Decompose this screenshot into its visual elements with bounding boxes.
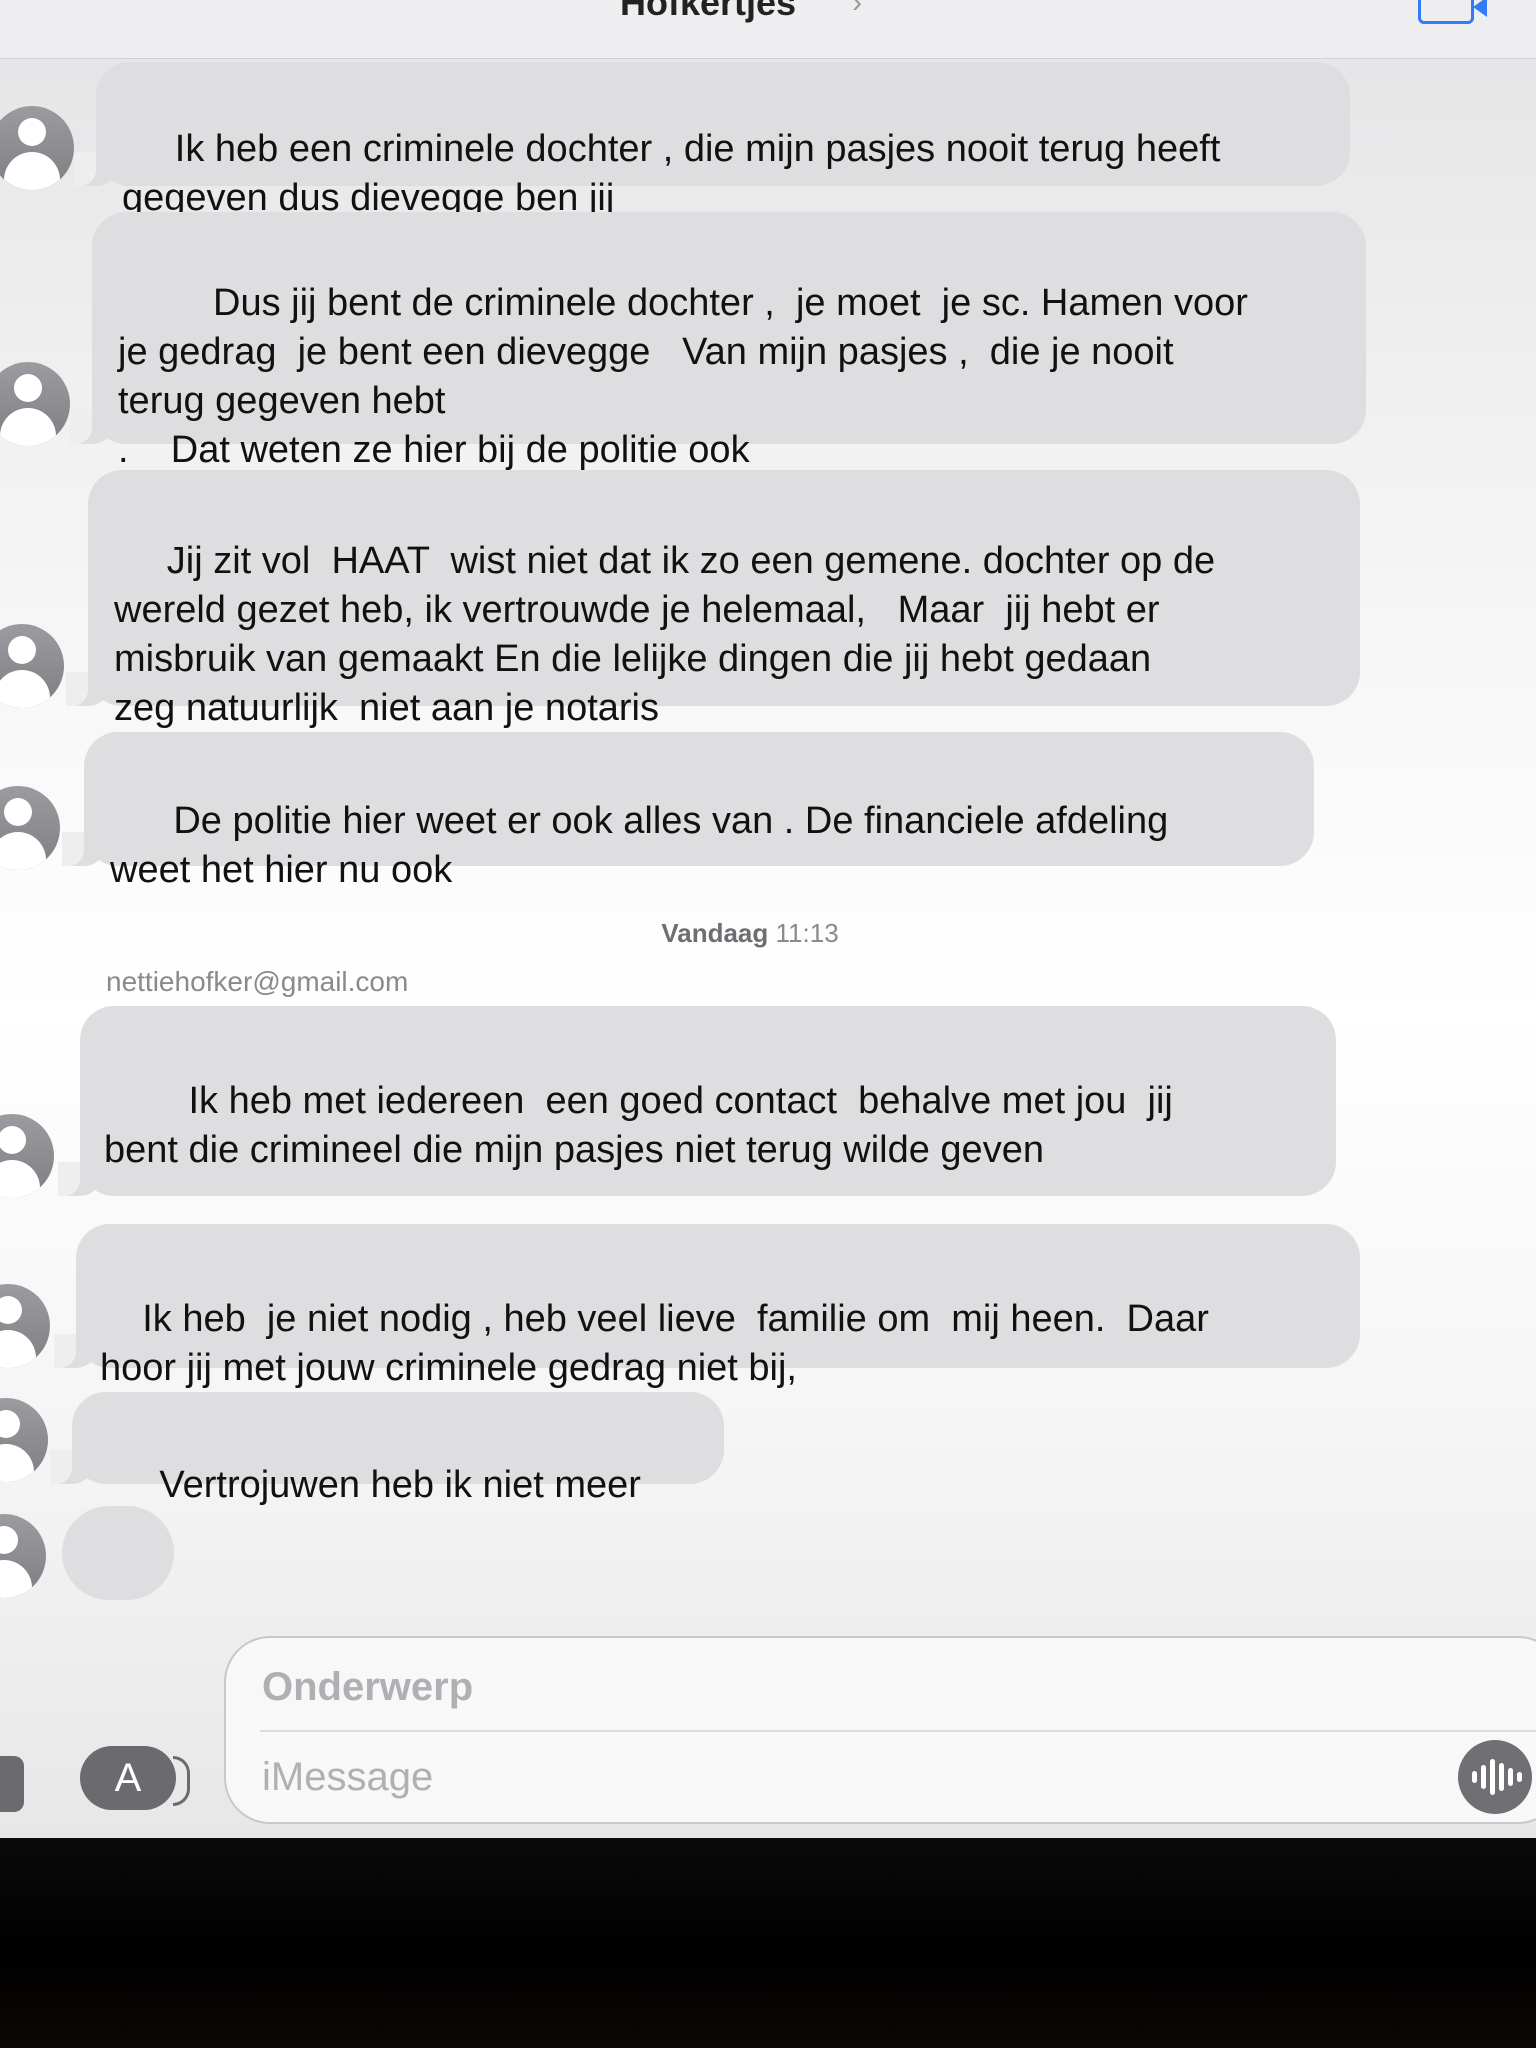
timestamp: Vandaag 11:13 xyxy=(0,918,1500,949)
message-bubble[interactable]: Ik heb met iedereen een goed contact beh… xyxy=(58,1006,1336,1196)
message-bubble[interactable]: Jij zit vol HAAT wist niet dat ik zo een… xyxy=(66,470,1360,729)
avatar[interactable] xyxy=(0,1398,48,1482)
video-camera-icon[interactable] xyxy=(1418,0,1487,24)
message-text: Ik heb met iedereen een goed contact beh… xyxy=(104,1080,1173,1171)
avatar[interactable] xyxy=(0,362,70,446)
message-bubble[interactable]: Ik heb een criminele dochter , die mijn … xyxy=(74,62,1350,219)
app-store-button[interactable]: A xyxy=(80,1746,190,1810)
audio-waveform-icon xyxy=(1472,1771,1477,1783)
message-text: Ik heb een criminele dochter , die mijn … xyxy=(122,128,1221,219)
conversation-header: Hofkertjes › xyxy=(0,0,1536,59)
message-text: Jij zit vol HAAT wist niet dat ik zo een… xyxy=(114,540,1216,729)
avatar[interactable] xyxy=(0,786,60,870)
audio-waveform-icon xyxy=(1499,1763,1504,1791)
message-bubble[interactable]: Ik heb je niet nodig , heb veel lieve fa… xyxy=(54,1224,1360,1389)
timestamp-day: Vandaag xyxy=(661,918,769,948)
message-bubble[interactable]: Dus jij bent de criminele dochter , je m… xyxy=(70,212,1366,471)
sender-address: nettiehofker@gmail.com xyxy=(106,966,409,997)
avatar[interactable] xyxy=(0,1114,54,1198)
camera-button[interactable] xyxy=(0,1756,24,1812)
typing-indicator xyxy=(62,1506,174,1600)
message-bubble[interactable]: Vertrojuwen heb ik niet meer xyxy=(50,1392,724,1506)
message-text: Dus jij bent de criminele dochter , je m… xyxy=(118,282,1248,471)
timestamp-time: 11:13 xyxy=(775,918,839,948)
message-bubble[interactable]: De politie hier weet er ook alles van . … xyxy=(62,732,1314,891)
audio-waveform-icon xyxy=(1481,1765,1486,1789)
messages-screen: Hofkertjes › Ik heb een criminele dochte… xyxy=(0,0,1536,1838)
audio-waveform-icon xyxy=(1490,1759,1495,1795)
audio-waveform-icon xyxy=(1517,1772,1522,1782)
subject-input[interactable] xyxy=(260,1656,1514,1718)
compose-field[interactable] xyxy=(224,1636,1536,1824)
message-text: Vertrojuwen heb ik niet meer xyxy=(138,1464,641,1506)
device-bezel xyxy=(0,1838,1536,2048)
audio-waveform-icon xyxy=(1508,1768,1513,1786)
message-input[interactable] xyxy=(260,1744,1414,1810)
app-store-icon: A xyxy=(114,1756,142,1800)
compose-divider xyxy=(260,1730,1536,1732)
message-text: De politie hier weet er ook alles van . … xyxy=(110,800,1169,891)
message-text: Ik heb je niet nodig , heb veel lieve fa… xyxy=(100,1298,1209,1389)
avatar[interactable] xyxy=(0,106,74,190)
avatar[interactable] xyxy=(0,624,64,708)
avatar[interactable] xyxy=(0,1284,50,1368)
chevron-right-icon[interactable]: › xyxy=(852,0,862,20)
audio-record-button[interactable] xyxy=(1458,1740,1532,1814)
contact-name[interactable]: Hofkertjes xyxy=(620,0,796,24)
avatar[interactable] xyxy=(0,1514,46,1598)
